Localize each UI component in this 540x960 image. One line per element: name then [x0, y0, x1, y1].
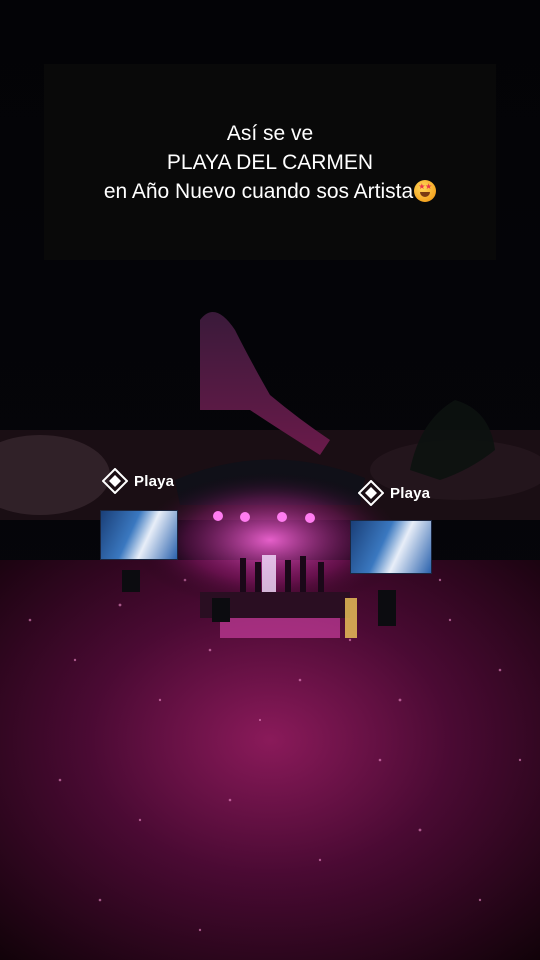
caption-line-1: Así se ve — [226, 121, 314, 145]
caption-line-3: en Año Nuevo cuando sos Artista — [103, 177, 437, 206]
playa-logo-text: Playa — [390, 484, 431, 502]
right-video-screen — [350, 520, 432, 574]
stage-beam — [262, 555, 276, 595]
playa-logo-left: Playa — [102, 468, 174, 494]
speaker-right — [378, 590, 396, 626]
stage-front — [220, 618, 340, 638]
caption-line-3-text: en Año Nuevo cuando sos Artista — [103, 179, 414, 203]
playa-emblem-icon — [358, 480, 384, 506]
playa-logo-right: Playa — [358, 480, 430, 506]
star-struck-emoji-icon — [414, 179, 437, 202]
left-video-screen — [100, 510, 178, 560]
caption-overlay: Así se ve PLAYA DEL CARMEN en Año Nuevo … — [44, 64, 496, 260]
playa-emblem-icon — [102, 468, 128, 494]
playa-logo-text: Playa — [134, 472, 175, 490]
speaker-left — [212, 598, 230, 622]
performer-front — [345, 598, 357, 638]
caption-line-2: PLAYA DEL CARMEN — [166, 150, 374, 174]
